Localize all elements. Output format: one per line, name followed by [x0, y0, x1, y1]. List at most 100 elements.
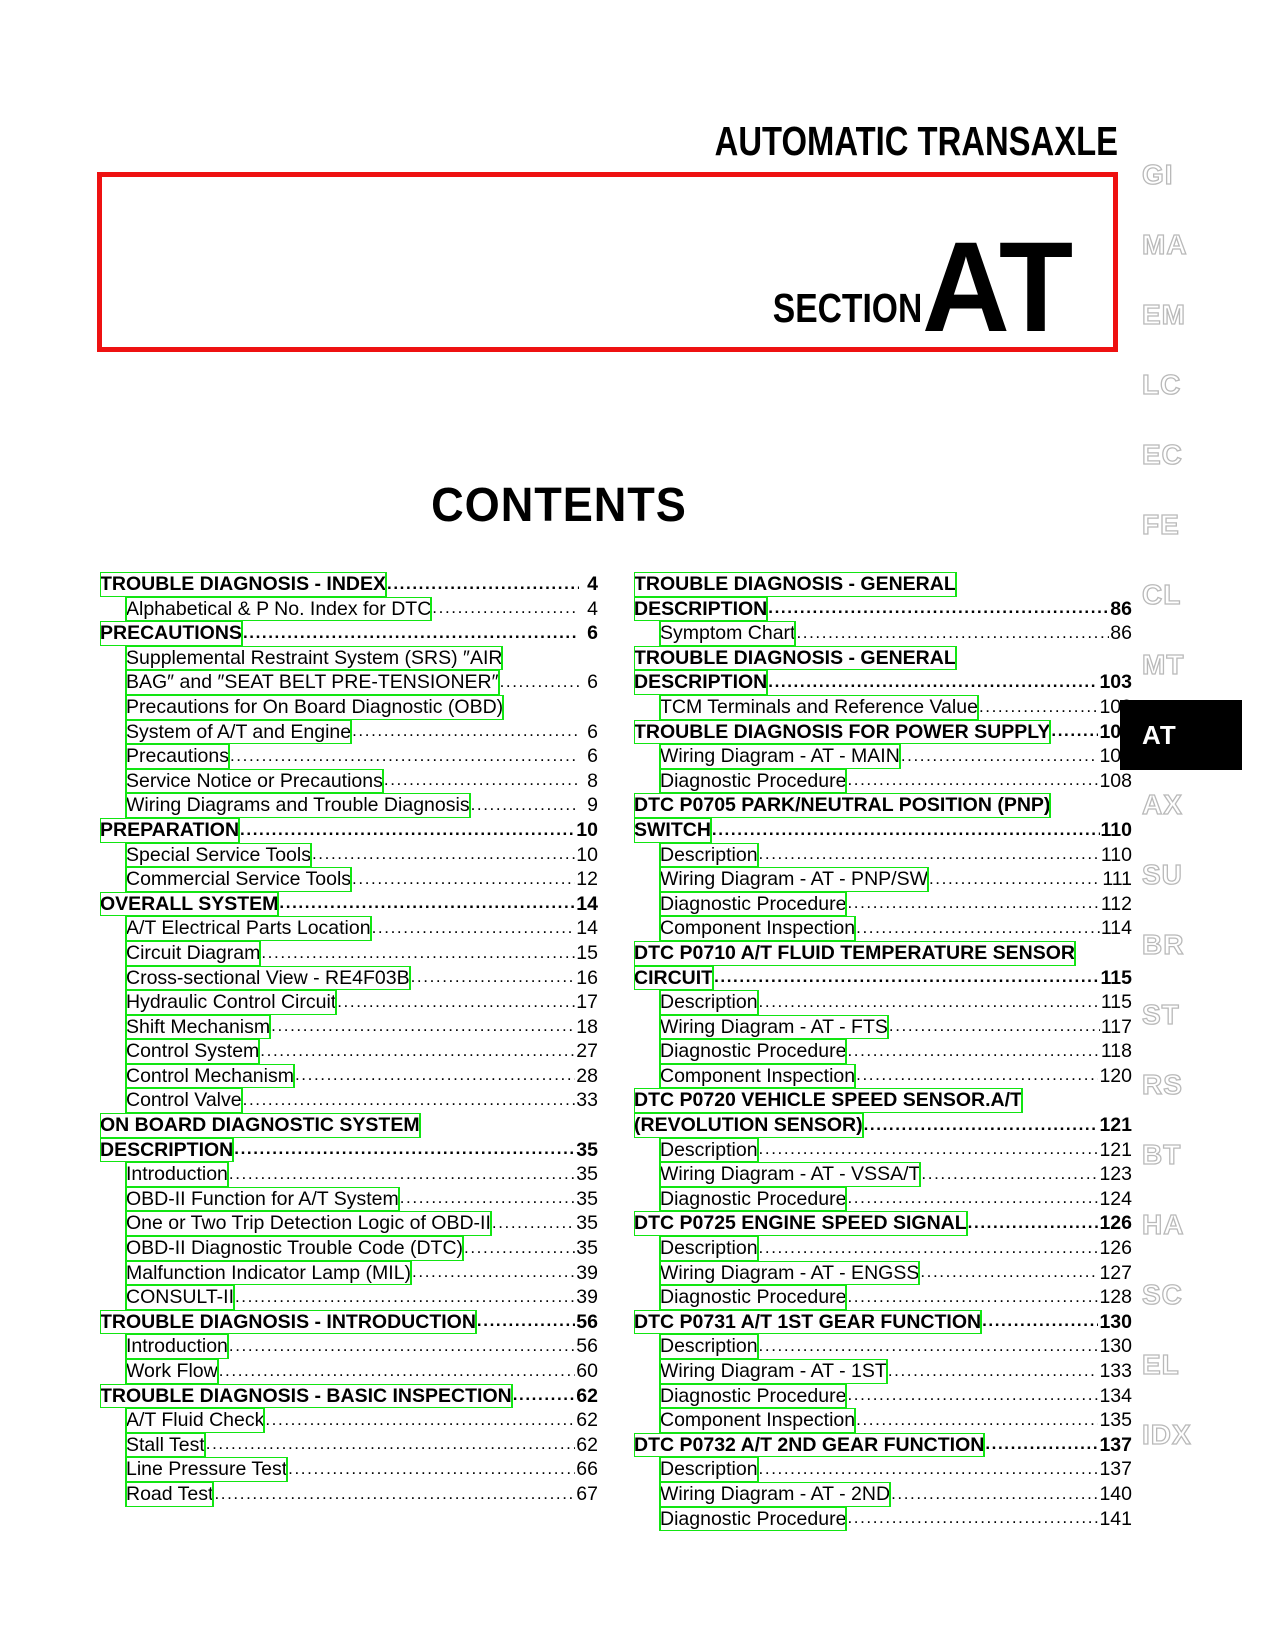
toc-entry-row[interactable]: Precautions.............................… — [100, 744, 598, 769]
toc-entry-row[interactable]: CONSULT-II..............................… — [100, 1285, 598, 1310]
toc-chapter-row[interactable]: TROUBLE DIAGNOSIS FOR POWER SUPPLY......… — [634, 719, 1132, 745]
toc-entry-row[interactable]: Alphabetical & P No. Index for DTC......… — [100, 596, 598, 622]
toc-chapter-row[interactable]: TROUBLE DIAGNOSIS - INTRODUCTION........… — [100, 1309, 598, 1335]
toc-entry-row[interactable]: Symptom Chart...........................… — [634, 621, 1132, 646]
toc-entry-row[interactable]: A/T Fluid Check.........................… — [100, 1408, 598, 1433]
toc-entry-row[interactable]: Component Inspection....................… — [634, 1408, 1132, 1433]
toc-page-number: 140 — [1099, 1482, 1132, 1505]
toc-entry-row[interactable]: Malfunction Indicator Lamp (MIL)........… — [100, 1260, 598, 1286]
toc-chapter-row[interactable]: OVERALL SYSTEM..........................… — [100, 891, 598, 917]
toc-entry-row[interactable]: Commercial Service Tools................… — [100, 867, 598, 892]
toc-entry-row[interactable]: Wiring Diagram - AT - MAIN..............… — [634, 744, 1132, 769]
section-tab-sc[interactable]: SC — [1120, 1260, 1275, 1330]
toc-entry-row[interactable]: Wiring Diagrams and Trouble Diagnosis...… — [100, 793, 598, 818]
toc-chapter-row[interactable]: ON BOARD DIAGNOSTIC SYSTEM..............… — [100, 1113, 598, 1138]
toc-entry-row[interactable]: Diagnostic Procedure....................… — [634, 768, 1132, 794]
toc-entry-row[interactable]: Wiring Diagram - AT - ENGSS.............… — [634, 1260, 1132, 1286]
toc-label: DTC P0710 A/T FLUID TEMPERATURE SENSOR — [634, 940, 1076, 966]
toc-page-number: 16 — [576, 966, 598, 989]
toc-entry-row[interactable]: OBD-II Diagnostic Trouble Code (DTC)....… — [100, 1236, 598, 1261]
toc-entry-row[interactable]: BAG″ and ″SEAT BELT PRE-TENSIONER″......… — [100, 670, 598, 695]
toc-entry-row[interactable]: Wiring Diagram - AT - 1ST...............… — [634, 1359, 1132, 1384]
toc-entry-row[interactable]: Wiring Diagram - AT - PNP/SW............… — [634, 867, 1132, 892]
toc-entry-row[interactable]: Diagnostic Procedure....................… — [634, 1383, 1132, 1409]
toc-chapter-row[interactable]: TROUBLE DIAGNOSIS - GENERAL.............… — [634, 572, 1132, 597]
toc-chapter-row[interactable]: DTC P0731 A/T 1ST GEAR FUNCTION.........… — [634, 1309, 1132, 1335]
toc-chapter-row[interactable]: PREPARATION.............................… — [100, 817, 598, 843]
section-tab-lc[interactable]: LC — [1120, 350, 1275, 420]
toc-entry-row[interactable]: Stall Test..............................… — [100, 1432, 598, 1458]
toc-chapter-row[interactable]: DTC P0705 PARK/NEUTRAL POSITION (PNP)...… — [634, 793, 1132, 818]
toc-entry-row[interactable]: Shift Mechanism.........................… — [100, 1014, 598, 1040]
toc-entry-row[interactable]: Diagnostic Procedure....................… — [634, 1186, 1132, 1212]
section-tab-ma[interactable]: MA — [1120, 210, 1275, 280]
section-tab-mt[interactable]: MT — [1120, 630, 1275, 700]
toc-chapter-row[interactable]: CIRCUIT.................................… — [634, 965, 1132, 991]
toc-entry-row[interactable]: Introduction............................… — [100, 1334, 598, 1359]
toc-entry-row[interactable]: Cross-sectional View - RE4F03B..........… — [100, 965, 598, 991]
toc-entry-row[interactable]: Wiring Diagram - AT - FTS...............… — [634, 1014, 1132, 1040]
toc-entry-row[interactable]: One or Two Trip Detection Logic of OBD-I… — [100, 1211, 598, 1237]
section-tab-cl[interactable]: CL — [1120, 560, 1275, 630]
toc-entry-row[interactable]: Control Valve...........................… — [100, 1088, 598, 1114]
toc-entry-row[interactable]: Precautions for On Board Diagnostic (OBD… — [100, 694, 598, 720]
section-tab-idx[interactable]: IDX — [1120, 1400, 1275, 1470]
toc-chapter-row[interactable]: TROUBLE DIAGNOSIS - BASIC INSPECTION....… — [100, 1383, 598, 1409]
toc-chapter-row[interactable]: DTC P0710 A/T FLUID TEMPERATURE SENSOR..… — [634, 940, 1132, 966]
toc-chapter-row[interactable]: DESCRIPTION.............................… — [634, 596, 1132, 622]
toc-chapter-row[interactable]: DESCRIPTION.............................… — [100, 1137, 598, 1163]
section-tab-bt[interactable]: BT — [1120, 1120, 1275, 1190]
toc-entry-row[interactable]: Introduction............................… — [100, 1162, 598, 1187]
toc-entry-row[interactable]: Description.............................… — [634, 1137, 1132, 1163]
section-tab-at[interactable]: AT — [1120, 700, 1242, 770]
section-tab-rs[interactable]: RS — [1120, 1050, 1275, 1120]
toc-leader-dots: ........................................… — [432, 602, 579, 618]
toc-entry-row[interactable]: Work Flow...............................… — [100, 1359, 598, 1384]
toc-entry-row[interactable]: Special Service Tools...................… — [100, 842, 598, 868]
toc-chapter-row[interactable]: TROUBLE DIAGNOSIS - GENERAL.............… — [634, 645, 1132, 671]
section-tab-ec[interactable]: EC — [1120, 420, 1275, 490]
toc-chapter-row[interactable]: TROUBLE DIAGNOSIS - INDEX...............… — [100, 572, 598, 597]
toc-entry-row[interactable]: Description.............................… — [634, 990, 1132, 1015]
toc-entry-row[interactable]: Wiring Diagram - AT - 2ND...............… — [634, 1481, 1132, 1507]
toc-entry-row[interactable]: System of A/T and Engine................… — [100, 719, 598, 745]
toc-entry-row[interactable]: Component Inspection....................… — [634, 916, 1132, 941]
section-tab-br[interactable]: BR — [1120, 910, 1275, 980]
toc-entry-row[interactable]: Road Test...............................… — [100, 1481, 598, 1507]
section-tab-el[interactable]: EL — [1120, 1330, 1275, 1400]
section-tab-st[interactable]: ST — [1120, 980, 1275, 1050]
toc-chapter-row[interactable]: SWITCH..................................… — [634, 817, 1132, 843]
toc-entry-row[interactable]: A/T Electrical Parts Location...........… — [100, 916, 598, 941]
toc-entry-row[interactable]: Description.............................… — [634, 1334, 1132, 1359]
toc-entry-row[interactable]: TCM Terminals and Reference Value.......… — [634, 694, 1132, 720]
toc-entry-row[interactable]: Description.............................… — [634, 1236, 1132, 1261]
toc-entry-row[interactable]: Control System..........................… — [100, 1039, 598, 1064]
toc-entry-row[interactable]: Diagnostic Procedure....................… — [634, 1506, 1132, 1532]
toc-chapter-row[interactable]: DTC P0732 A/T 2ND GEAR FUNCTION.........… — [634, 1432, 1132, 1458]
toc-entry-row[interactable]: Description.............................… — [634, 842, 1132, 868]
toc-entry-row[interactable]: Wiring Diagram - AT - VSSA/T............… — [634, 1162, 1132, 1187]
toc-entry-row[interactable]: Control Mechanism.......................… — [100, 1063, 598, 1089]
toc-chapter-row[interactable]: DESCRIPTION.............................… — [634, 670, 1132, 695]
section-tab-su[interactable]: SU — [1120, 840, 1275, 910]
toc-entry-row[interactable]: Line Pressure Test......................… — [100, 1457, 598, 1482]
toc-entry-row[interactable]: Diagnostic Procedure....................… — [634, 891, 1132, 917]
toc-chapter-row[interactable]: DTC P0720 VEHICLE SPEED SENSOR.A/T......… — [634, 1088, 1132, 1114]
section-tab-gi[interactable]: GI — [1120, 140, 1275, 210]
toc-entry-row[interactable]: Diagnostic Procedure....................… — [634, 1039, 1132, 1064]
section-tab-ax[interactable]: AX — [1120, 770, 1275, 840]
toc-entry-row[interactable]: Service Notice or Precautions...........… — [100, 768, 598, 794]
section-tab-fe[interactable]: FE — [1120, 490, 1275, 560]
toc-chapter-row[interactable]: (REVOLUTION SENSOR).....................… — [634, 1113, 1132, 1138]
toc-chapter-row[interactable]: DTC P0725 ENGINE SPEED SIGNAL...........… — [634, 1211, 1132, 1237]
toc-entry-row[interactable]: Supplemental Restraint System (SRS) ″AIR… — [100, 645, 598, 671]
toc-entry-row[interactable]: Diagnostic Procedure....................… — [634, 1285, 1132, 1310]
toc-entry-row[interactable]: Component Inspection....................… — [634, 1063, 1132, 1089]
toc-entry-row[interactable]: Description.............................… — [634, 1457, 1132, 1482]
toc-entry-row[interactable]: Circuit Diagram.........................… — [100, 940, 598, 966]
toc-entry-row[interactable]: OBD-II Function for A/T System..........… — [100, 1186, 598, 1212]
toc-entry-row[interactable]: Hydraulic Control Circuit...............… — [100, 990, 598, 1015]
section-tab-ha[interactable]: HA — [1120, 1190, 1275, 1260]
section-tab-em[interactable]: EM — [1120, 280, 1275, 350]
toc-chapter-row[interactable]: PRECAUTIONS.............................… — [100, 621, 598, 646]
